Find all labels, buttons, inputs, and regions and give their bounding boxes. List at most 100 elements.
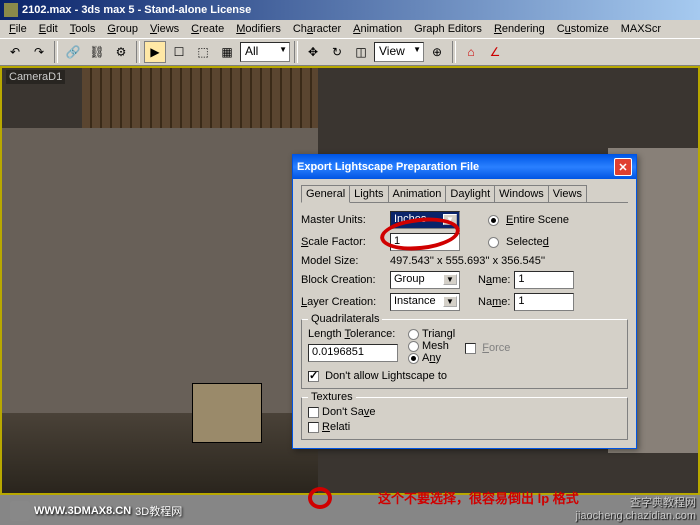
selected-radio[interactable] [488,237,499,248]
close-button[interactable]: ✕ [614,158,632,176]
region-button[interactable]: ⬚ [192,41,214,63]
unlink-button[interactable]: ⛓ [86,41,108,63]
watermark-r2: jiaocheng.chazidian.com [576,510,696,523]
viewport-label: CameraD1 [6,70,65,84]
main-toolbar: ↶ ↷ 🔗 ⛓ ⚙ ▶ ☐ ⬚ ▦ All ✥ ↻ ◫ View ⊕ ⌂ ∠ [0,38,700,66]
dont-allow-label: Don't allow Lightscape to [325,370,447,382]
filter-button[interactable]: ▦ [216,41,238,63]
relative-checkbox[interactable] [308,422,319,433]
menu-modifiers[interactable]: Modifiers [231,22,286,36]
force-label: Force [482,342,510,354]
menu-views[interactable]: Views [145,22,184,36]
select-name-button[interactable]: ☐ [168,41,190,63]
menu-customize[interactable]: Customize [552,22,614,36]
model-size-value: 497.543'' x 555.693'' x 356.545'' [390,255,545,267]
dialog-titlebar[interactable]: Export Lightscape Preparation File ✕ [293,155,636,179]
scene-box [192,383,262,443]
bind-button[interactable]: ⚙ [110,41,132,63]
entire-scene-label: Entire Scene [506,214,569,226]
filter-combo[interactable]: All [240,42,290,62]
export-dialog: Export Lightscape Preparation File ✕ Gen… [292,154,637,449]
block-creation-combo[interactable]: Group [390,271,460,289]
menu-group[interactable]: Group [102,22,143,36]
separator [294,41,298,63]
textures-group: Textures Don't Save Relati [301,397,628,440]
menu-animation[interactable]: Animation [348,22,407,36]
annotation-text: 这个不要选择，很容易倒出 lp 格式 [378,488,579,507]
master-units-combo[interactable]: Inches [390,211,460,229]
scale-factor-input[interactable]: 1 [390,233,460,251]
tab-windows[interactable]: Windows [494,185,549,202]
watermark-left: WWW.3DMAX8.CN 3D教程网 [10,501,182,521]
master-units-label: Master Units: [301,214,386,226]
menu-tools[interactable]: Tools [65,22,101,36]
name1-label: Name: [478,274,510,286]
name2-input[interactable]: 1 [514,293,574,311]
textures-title: Textures [308,391,356,403]
angle-snap-button[interactable]: ∠ [484,41,506,63]
menu-file[interactable]: File [4,22,32,36]
dialog-body: General Lights Animation Daylight Window… [293,179,636,448]
menu-maxscript[interactable]: MAXScr [616,22,666,36]
menu-graph[interactable]: Graph Editors [409,22,487,36]
separator [136,41,140,63]
redo-button[interactable]: ↷ [28,41,50,63]
menu-edit[interactable]: Edit [34,22,63,36]
length-tol-label: Length Tolerance: [308,328,398,340]
window-title: 2102.max - 3ds max 5 - Stand-alone Licen… [22,4,251,16]
layer-creation-label: Layer Creation: [301,296,386,308]
menu-create[interactable]: Create [186,22,229,36]
main-titlebar: 2102.max - 3ds max 5 - Stand-alone Licen… [0,0,700,20]
watermark-right: 查字典教程网 jiaocheng.chazidian.com [576,497,696,523]
any-radio[interactable] [408,353,419,364]
triangl-radio[interactable] [408,329,419,340]
any-label: Any [422,352,441,364]
tab-animation[interactable]: Animation [388,185,447,202]
watermark-r1: 查字典教程网 [576,497,696,510]
name2-label: Name: [478,296,510,308]
layer-creation-combo[interactable]: Instance [390,293,460,311]
move-button[interactable]: ✥ [302,41,324,63]
tab-lights[interactable]: Lights [349,185,388,202]
name1-input[interactable]: 1 [514,271,574,289]
dialog-tabs: General Lights Animation Daylight Window… [301,185,628,203]
mesh-radio[interactable] [408,341,419,352]
scene-ceiling [82,68,318,128]
length-tol-input[interactable]: 0.0196851 [308,344,398,362]
tab-daylight[interactable]: Daylight [445,185,495,202]
scene-floor [2,413,318,493]
entire-scene-radio[interactable] [488,215,499,226]
separator [452,41,456,63]
link-button[interactable]: 🔗 [62,41,84,63]
rotate-button[interactable]: ↻ [326,41,348,63]
relative-label: Relati [322,421,350,433]
tab-views[interactable]: Views [548,185,587,202]
block-creation-label: Block Creation: [301,274,386,286]
refcoord-combo[interactable]: View [374,42,424,62]
center-button[interactable]: ⊕ [426,41,448,63]
app-icon [4,3,18,17]
snap-button[interactable]: ⌂ [460,41,482,63]
triangl-label: Triangl [422,328,455,340]
menu-character[interactable]: Character [288,22,346,36]
mesh-label: Mesh [422,340,449,352]
scale-button[interactable]: ◫ [350,41,372,63]
tab-general[interactable]: General [301,185,350,203]
dont-allow-checkbox[interactable] [308,371,319,382]
undo-button[interactable]: ↶ [4,41,26,63]
menu-rendering[interactable]: Rendering [489,22,550,36]
dialog-title: Export Lightscape Preparation File [297,161,479,173]
watermark-logo-icon [10,501,30,521]
model-size-label: Model Size: [301,255,386,267]
force-checkbox [465,343,476,354]
dont-save-label: Don't Save [322,406,375,418]
watermark-sub: 3D教程网 [135,503,182,519]
watermark-url: WWW.3DMAX8.CN [34,505,131,517]
separator [54,41,58,63]
selected-label: Selected [506,236,549,248]
dont-save-checkbox[interactable] [308,407,319,418]
select-button[interactable]: ▶ [144,41,166,63]
scale-factor-label: Scale Factor: [301,236,386,248]
quads-title: Quadrilaterals [308,313,382,325]
menubar: File Edit Tools Group Views Create Modif… [0,20,700,38]
